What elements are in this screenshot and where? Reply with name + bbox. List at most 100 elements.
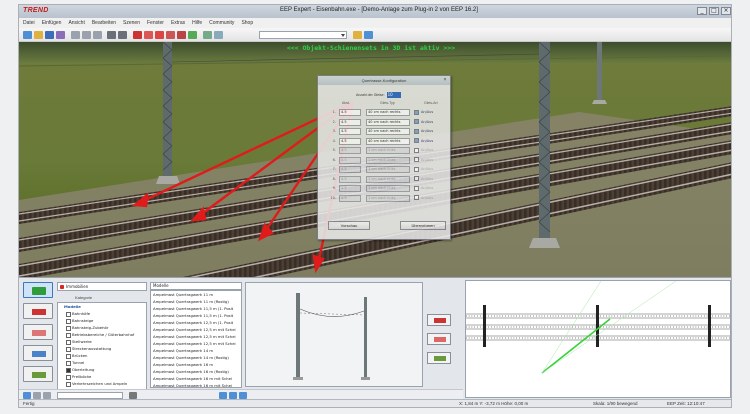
grid-icon[interactable] xyxy=(43,392,51,399)
pointer-icon[interactable] xyxy=(23,392,31,399)
track-distance-input[interactable]: 4.5 xyxy=(339,147,361,154)
model-list-item[interactable]: Ampelmast Quertragwerk 14 m xyxy=(151,347,241,354)
track-count-select[interactable]: 10 xyxy=(386,92,401,98)
model-list-item[interactable]: Ampelmast Quertragwerk 16 m xyxy=(151,361,241,368)
bookmark-icon[interactable] xyxy=(353,31,362,39)
replace-model-button[interactable] xyxy=(427,333,451,345)
menu-bearbeiten[interactable]: Bearbeiten xyxy=(92,18,116,28)
preview-button[interactable]: Vorschau xyxy=(328,221,370,230)
menu-einfuegen[interactable]: Einfügen xyxy=(42,18,62,28)
copy-icon[interactable] xyxy=(82,31,91,39)
zoom-in-icon[interactable] xyxy=(219,392,227,399)
track-enable-checkbox[interactable] xyxy=(414,119,419,124)
track-distance-input[interactable]: 4.5 xyxy=(339,128,361,135)
category-combo[interactable]: Immobilien xyxy=(57,282,147,291)
train-icon[interactable] xyxy=(177,31,186,39)
category-item[interactable]: Stellwerke xyxy=(58,338,146,345)
track-distance-input[interactable]: 4.5 xyxy=(339,137,361,145)
track-type-select[interactable]: 40 cm nach rechts xyxy=(366,137,410,145)
menu-szenen[interactable]: Szenen xyxy=(123,18,140,28)
track-enable-checkbox[interactable] xyxy=(414,176,419,181)
redo-icon[interactable] xyxy=(118,31,127,39)
track-distance-input[interactable]: 4.5 xyxy=(339,166,361,173)
track-distance-input[interactable]: 4.5 xyxy=(339,109,361,116)
settings-icon[interactable] xyxy=(364,31,373,39)
track-type-select[interactable]: 1 cm nach links xyxy=(366,194,410,202)
model-list-item[interactable]: Ampelmast Quertragwerk 11 m (Rostig) xyxy=(151,298,241,305)
category-item[interactable]: Bahnsteige xyxy=(58,317,146,324)
apply-button[interactable]: Übernehmen xyxy=(400,221,446,230)
new-file-icon[interactable] xyxy=(23,31,32,39)
zoom-fit-icon[interactable] xyxy=(239,392,247,399)
menu-hilfe[interactable]: Hilfe xyxy=(192,18,202,28)
track-pink-icon[interactable] xyxy=(144,31,153,39)
category-item[interactable]: Streckenausstattung xyxy=(58,345,146,352)
model-list-item[interactable]: Ampelmast Quertragwerk 16 m (Rostig) xyxy=(151,368,241,375)
cut-icon[interactable] xyxy=(71,31,80,39)
track-enable-checkbox[interactable] xyxy=(414,195,419,200)
track-enable-checkbox[interactable] xyxy=(414,138,419,143)
category-item[interactable]: Brücken xyxy=(58,352,146,359)
layer-selector[interactable] xyxy=(57,392,123,399)
model-list-item[interactable]: Ampelmast Quertragwerk 14 m (Rostig) xyxy=(151,354,241,361)
track-distance-input[interactable]: 4.5 xyxy=(339,118,361,126)
menu-fenster[interactable]: Fenster xyxy=(147,18,164,28)
view-selector[interactable] xyxy=(259,31,347,39)
camera-icon[interactable] xyxy=(214,31,223,39)
signal-icon[interactable] xyxy=(155,31,164,39)
track-enable-checkbox[interactable] xyxy=(414,166,419,172)
menu-datei[interactable]: Datei xyxy=(23,18,35,28)
track-type-select[interactable]: 1 cm nach links xyxy=(366,156,410,164)
track-red-icon[interactable] xyxy=(133,31,142,39)
menu-ansicht[interactable]: Ansicht xyxy=(68,18,84,28)
category-item[interactable]: Bahnhöfe xyxy=(58,310,146,317)
track-type-select[interactable]: 40 cm nach rechts xyxy=(366,109,410,116)
mode-button-water[interactable] xyxy=(23,345,53,361)
maximize-button[interactable]: □ xyxy=(709,7,719,15)
model-list-item[interactable]: Ampelmast Quertragwerk 16 m mit Schei xyxy=(151,375,241,382)
category-item[interactable]: Verkehrszeichen und Ampeln xyxy=(58,380,146,387)
3d-viewport[interactable]: <<< Objekt-Schienensets in 3D ist aktiv … xyxy=(19,42,731,277)
model-list-item[interactable]: Ampelmast Quertragwerk 16 m mit Schei xyxy=(151,382,241,387)
dialog-close-icon[interactable]: × xyxy=(442,77,448,83)
category-item[interactable]: Tunnel xyxy=(58,359,146,366)
move-icon[interactable] xyxy=(129,392,137,399)
save-as-icon[interactable] xyxy=(56,31,65,39)
2d-plan-view[interactable] xyxy=(465,280,731,398)
mode-button-terrain[interactable] xyxy=(23,366,53,382)
close-button[interactable]: × xyxy=(721,7,731,15)
mode-button-road[interactable] xyxy=(23,324,53,340)
switch-icon[interactable] xyxy=(166,31,175,39)
track-distance-input[interactable]: 4.5 xyxy=(339,156,361,164)
model-info-button[interactable] xyxy=(427,352,451,364)
track-type-select[interactable]: 1 cm nach links xyxy=(366,147,410,154)
category-item[interactable]: Prellböcke xyxy=(58,373,146,380)
track-distance-input[interactable]: 4.5 xyxy=(339,175,361,183)
track-distance-input[interactable]: 4.5 xyxy=(339,185,361,192)
magnet-icon[interactable] xyxy=(33,392,41,399)
model-list-item[interactable]: Ampelmast Quertragwerk 12,5 m mit Schei xyxy=(151,326,241,333)
track-enable-checkbox[interactable] xyxy=(414,157,419,162)
model-list-item[interactable]: Ampelmast Quertragwerk 12,5 m mit Schei xyxy=(151,333,241,340)
save-icon[interactable] xyxy=(45,31,54,39)
minimize-button[interactable]: _ xyxy=(697,7,707,15)
model-list-item[interactable]: Ampelmast Quertragwerk 12,5 m (1. Posit xyxy=(151,319,241,326)
model-list-item[interactable]: Ampelmast Quertragwerk 12,5 m mit Schei xyxy=(151,340,241,347)
paste-icon[interactable] xyxy=(93,31,102,39)
category-item[interactable]: Betriebsbereiche / Güterbahnhof xyxy=(58,331,146,338)
zoom-out-icon[interactable] xyxy=(229,392,237,399)
track-enable-checkbox[interactable] xyxy=(414,128,419,134)
track-enable-checkbox[interactable] xyxy=(414,147,419,153)
track-type-select[interactable]: 1 cm nach links xyxy=(366,185,410,192)
category-item[interactable]: Modelle xyxy=(58,303,146,310)
category-tree[interactable]: Modelle Bahnhöfe Bahnsteige Bahnsteig-Zubeh… xyxy=(57,302,147,390)
models-list[interactable]: Ampelmast Quertragwerk 11 m Ampelmast Que… xyxy=(150,290,242,388)
open-folder-icon[interactable] xyxy=(34,31,43,39)
track-enable-checkbox[interactable] xyxy=(414,185,419,191)
mode-button-rail[interactable] xyxy=(23,303,53,319)
menu-community[interactable]: Community xyxy=(209,18,234,28)
track-distance-input[interactable]: 4.5 xyxy=(339,194,361,202)
track-type-select[interactable]: 1 cm nach links xyxy=(366,175,410,183)
mode-button-immobilien[interactable] xyxy=(23,282,53,298)
track-type-select[interactable]: 1 cm nach links xyxy=(366,166,410,173)
